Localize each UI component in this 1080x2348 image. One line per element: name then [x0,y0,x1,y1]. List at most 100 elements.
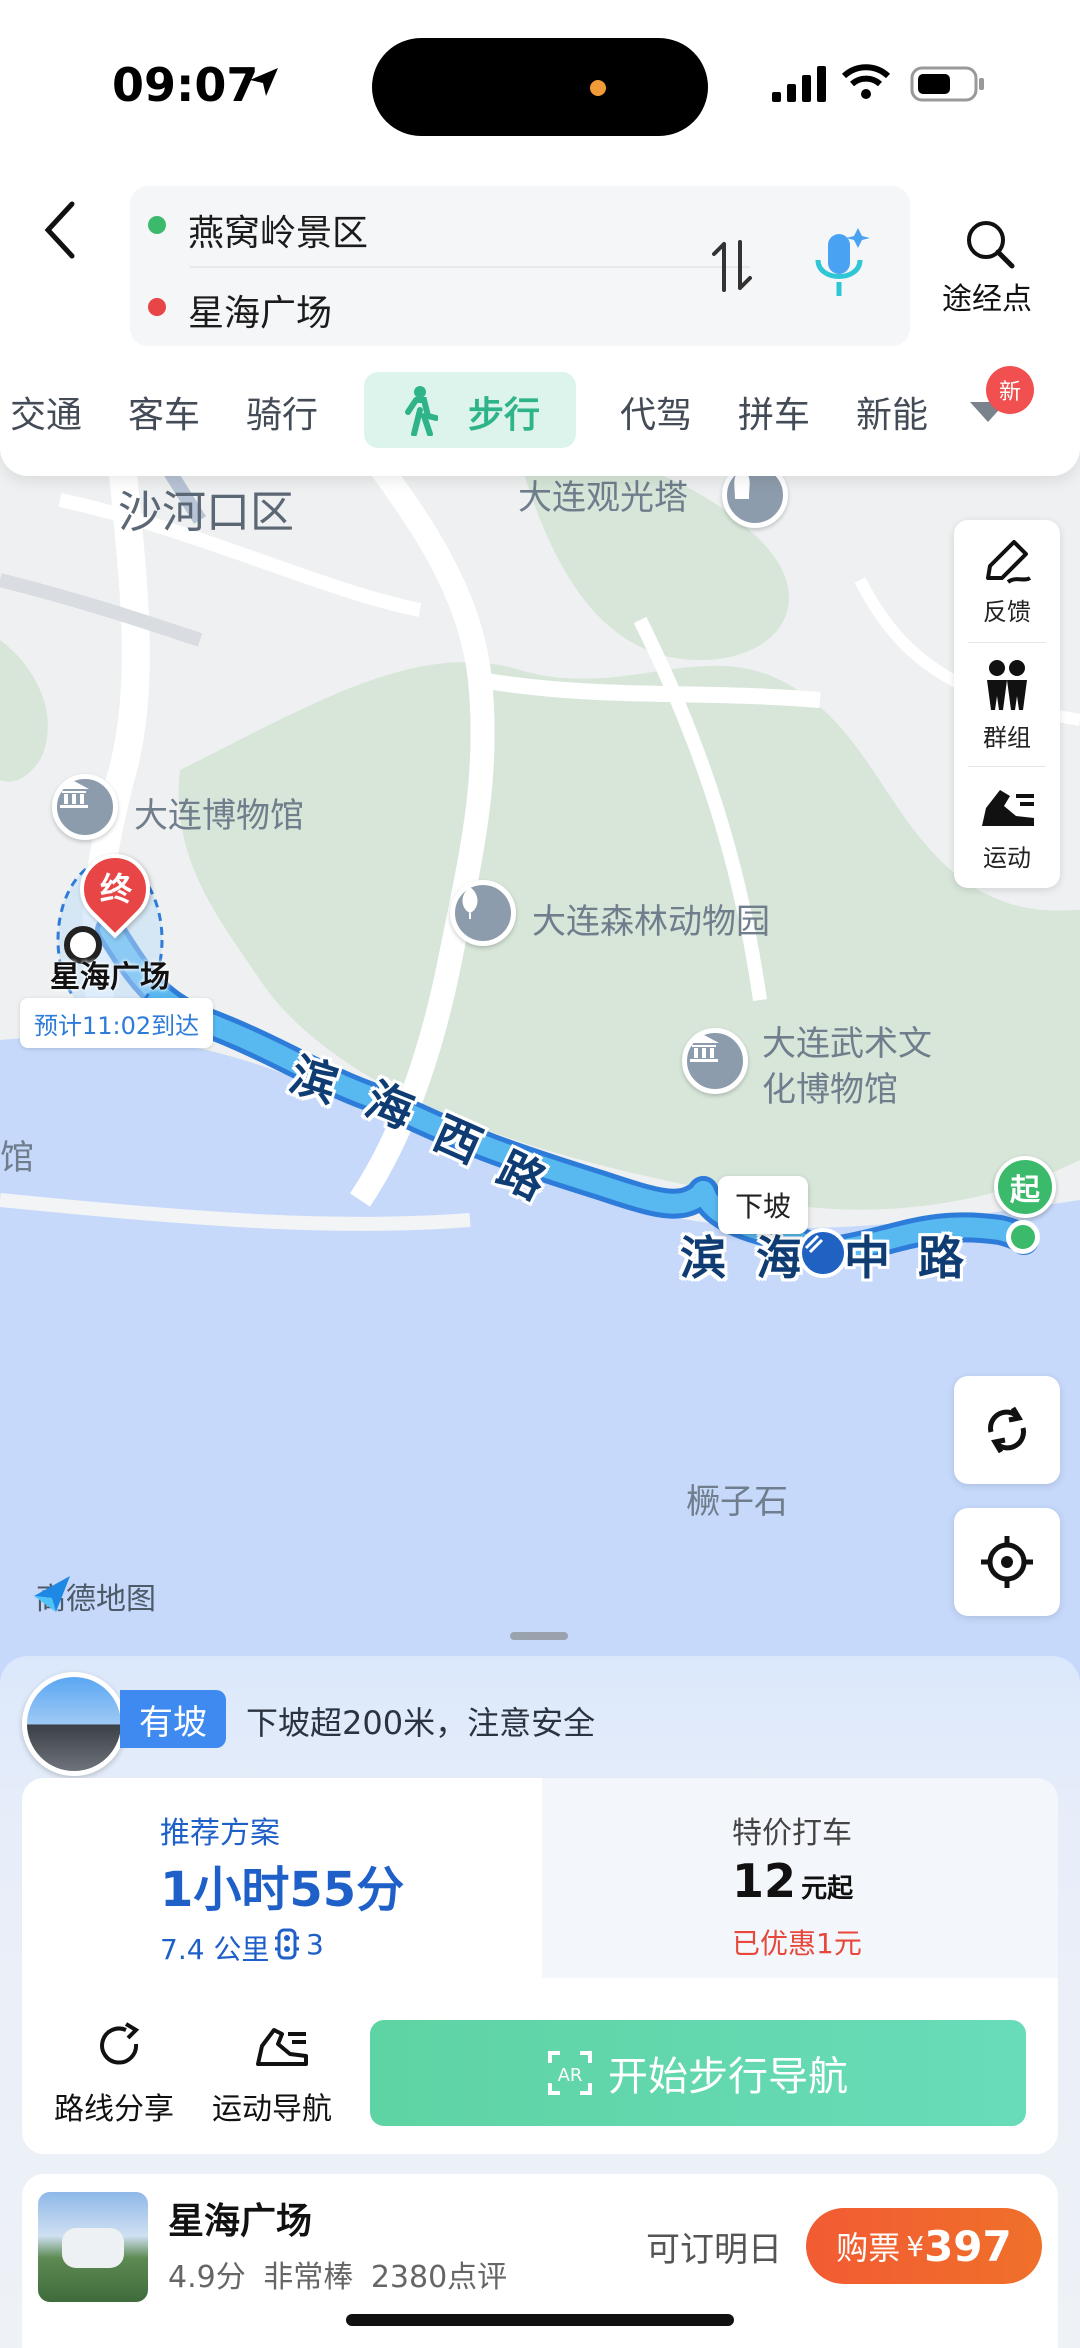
wifi-icon [842,64,890,99]
sport-tool[interactable]: 运动 [954,766,1060,888]
start-point-dot [1006,1220,1040,1254]
traffic-light-icon [275,1928,299,1960]
poi-reviews: 2380点评 [370,2260,508,2295]
svg-text:AR: AR [558,2065,583,2086]
taxi-unit: 元起 [801,1874,854,1904]
road-mid-char-1: 滨 [680,1231,726,1285]
feedback-tool[interactable]: 反馈 [954,520,1060,642]
slope-tag: 有坡 [120,1690,226,1748]
map-label-rock: 橛子石 [686,1482,788,1522]
downhill-label: 下坡 [734,1190,791,1223]
sheet-handle[interactable] [510,1632,568,1640]
map-label-edge: 馆 [0,1138,34,1178]
voice-mic-icon[interactable] [810,226,870,302]
dynamic-island [372,38,708,136]
share-label: 路线分享 [54,2092,174,2127]
tab-walk[interactable]: 步行 [364,372,576,448]
share-route-button[interactable]: 路线分享 [46,2016,194,2134]
pencil-icon [986,539,1032,584]
taxi-title: 特价打车 [732,1816,852,1851]
map-label-zoo: 大连森林动物园 [532,902,770,942]
tab-transit[interactable]: 交通 [10,386,82,438]
island-indicator [590,80,606,96]
location-arrow-icon [250,68,278,96]
slope-message: 下坡超200米，注意安全 [246,1704,596,1742]
tab-carpool[interactable]: 拼车 [738,386,810,438]
map-label-martial: 大连武术文 [762,1024,932,1064]
poi-name: 星海广场 [168,2201,313,2242]
feedback-label: 反馈 [983,597,1031,626]
poi-thumbnail [38,2192,148,2302]
end-name-label: 星海广场 [50,960,170,995]
tab-new-energy[interactable]: 新能 [856,386,928,438]
eta-text: 预计11:02到达 [34,1011,200,1040]
refresh-icon [988,1406,1026,1454]
buy-currency: ¥ [906,2229,925,2263]
new-badge: 新 [986,366,1034,414]
map-view[interactable]: 沙河口区 大连观光塔 大连博物馆 大连森林动物园 大连武术文 化博物馆 馆 橛子… [0,440,1080,1700]
sport-label: 运动 [983,843,1031,872]
poi-bookable: 可订明日 [646,2230,782,2270]
museum-poi-icon[interactable] [52,774,118,840]
locate-icon [981,1536,1033,1588]
battery-icon [910,66,984,102]
destination-field[interactable]: 星海广场 [188,284,332,336]
sport-nav-label: 运动导航 [212,2092,332,2127]
map-tools-panel: 反馈 群组 运动 [954,520,1060,888]
locate-button[interactable] [954,1508,1060,1616]
sport-nav-button[interactable]: 运动导航 [206,2016,354,2134]
map-label-tower: 大连观光塔 [518,478,688,518]
search-icon[interactable] [964,218,1016,270]
buy-label: 购票 [836,2229,901,2267]
recommended-plan[interactable]: 推荐方案 1小时55分 7.4 公里 3 [22,1778,542,1978]
map-label-martial2: 化博物馆 [762,1070,898,1110]
walker-icon [405,386,438,436]
origin-field[interactable]: 燕窝岭景区 [188,204,368,256]
road-mid-char-4: 路 [918,1231,964,1285]
sport-shoe-icon [256,2028,308,2066]
zoo-poi-icon[interactable] [450,880,516,946]
route-input-box: 燕窝岭景区 星海广场 [130,186,910,346]
refresh-button[interactable] [954,1376,1060,1484]
share-icon [100,2022,140,2065]
plan-distance: 7.4 公里 [160,1933,270,1966]
road-mid-char-3: 中 [844,1231,890,1285]
start-walk-nav-button[interactable]: AR 开始步行导航 [370,2020,1026,2126]
plan-title: 推荐方案 [160,1816,280,1851]
header: 09:07 燕窝岭景区 星海广场 途经点 交通 客车 骑行 步行 代驾 拼车 新… [0,0,1080,476]
plan-lights: 3 [306,1928,324,1961]
origin-dot [148,216,166,234]
current-position-icon [798,1228,848,1278]
taxi-plan[interactable]: 特价打车 12 元起 已优惠1元 [542,1778,1058,1978]
slope-tag-label: 有坡 [139,1702,207,1743]
buy-ticket-button[interactable]: 购票 ¥ 397 [806,2208,1042,2284]
group-icon [987,659,1027,710]
status-time: 09:07 [112,58,259,112]
end-pin-label: 终 [99,870,132,908]
start-pin-label: 起 [1010,1173,1040,1208]
home-indicator[interactable] [346,2314,734,2326]
start-pin[interactable]: 起 [994,1156,1056,1218]
taxi-price: 12 [732,1854,797,1908]
swap-icon[interactable] [710,238,754,294]
map-label-museum: 大连博物馆 [134,796,304,836]
destination-dot [148,298,166,316]
tab-bike[interactable]: 骑行 [246,386,318,438]
ar-icon: AR [548,2051,592,2095]
tab-chauffeur[interactable]: 代驾 [620,386,692,438]
amap-logo-icon [34,1576,70,1612]
martial-museum-poi-icon[interactable] [682,1028,748,1094]
slope-avatar [22,1672,126,1776]
group-tool[interactable]: 群组 [954,644,1060,766]
map-label-district: 沙河口区 [118,487,294,538]
start-walk-nav-label: 开始步行导航 [608,2054,848,2100]
back-icon[interactable] [40,200,80,260]
downhill-bubble[interactable]: 下坡 [718,1176,808,1234]
amap-logo: 高德地图 [32,1574,156,1618]
running-shoe-icon [982,789,1034,826]
poi-rating: 4.9分 [168,2260,246,2295]
group-label: 群组 [983,723,1031,752]
tab-coach[interactable]: 客车 [128,386,200,438]
taxi-discount: 已优惠1元 [732,1927,862,1960]
waypoint-button[interactable]: 途经点 [942,274,1032,318]
